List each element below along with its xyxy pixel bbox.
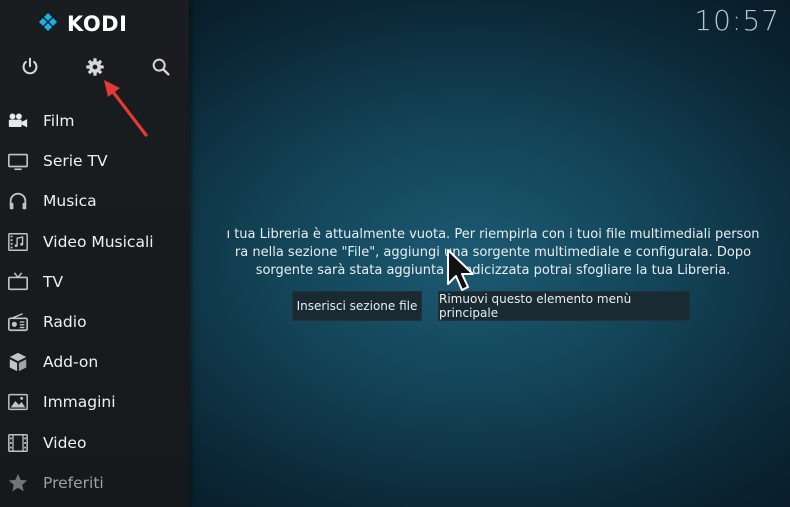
menu-item-serie-tv[interactable]: Serie TV bbox=[0, 141, 189, 181]
music-video-icon bbox=[7, 231, 29, 253]
menu-item-tv[interactable]: TV bbox=[0, 262, 189, 302]
menu-item-radio[interactable]: Radio bbox=[0, 302, 189, 342]
tv-monitor-icon bbox=[7, 150, 29, 172]
movie-camera-icon bbox=[7, 110, 29, 132]
addon-box-icon bbox=[7, 351, 29, 373]
app-name: KODI bbox=[67, 12, 128, 36]
menu-item-video-musicali[interactable]: Video Musicali bbox=[0, 222, 189, 262]
radio-icon bbox=[7, 311, 29, 333]
kodi-logo[interactable]: KODI bbox=[36, 10, 127, 38]
menu-item-video[interactable]: Video bbox=[0, 423, 189, 463]
settings-gear-icon[interactable] bbox=[84, 56, 106, 78]
message-line: sorgente sarà stata aggiunta e indicizza… bbox=[255, 263, 731, 278]
add-source-button[interactable]: Inserisci sezione file bbox=[292, 291, 422, 321]
menu-label: Serie TV bbox=[43, 152, 108, 171]
mouse-cursor-icon bbox=[447, 249, 474, 291]
film-strip-icon bbox=[7, 432, 29, 454]
menu-label: Radio bbox=[43, 313, 87, 332]
menu-label: Film bbox=[43, 112, 75, 131]
sidebar: KODI Film Serie TV Musica Video Musicali… bbox=[0, 0, 189, 507]
pictures-icon bbox=[7, 391, 29, 413]
menu-item-film[interactable]: Film bbox=[0, 101, 189, 141]
menu-label: Musica bbox=[43, 192, 97, 211]
menu-label: Video Musicali bbox=[43, 232, 154, 251]
kodi-logo-icon bbox=[39, 13, 57, 31]
power-icon[interactable] bbox=[19, 56, 41, 78]
menu-item-musica[interactable]: Musica bbox=[0, 181, 189, 221]
main-menu: Film Serie TV Musica Video Musicali TV R… bbox=[0, 101, 189, 503]
menu-item-add-on[interactable]: Add-on bbox=[0, 342, 189, 382]
remove-menu-item-button[interactable]: Rimuovi questo elemento menù principale bbox=[438, 291, 690, 321]
menu-label: Add-on bbox=[43, 353, 99, 372]
live-tv-icon bbox=[7, 271, 29, 293]
message-line: ı tua Libreria è attualmente vuota. Per … bbox=[226, 227, 760, 242]
menu-label: Video bbox=[43, 433, 87, 452]
menu-label: TV bbox=[43, 272, 64, 291]
menu-label: Preferiti bbox=[43, 473, 104, 492]
annotation-arrow bbox=[104, 80, 148, 137]
menu-label: Immagini bbox=[43, 393, 116, 412]
menu-item-immagini[interactable]: Immagini bbox=[0, 382, 189, 422]
star-icon bbox=[7, 472, 29, 494]
search-icon[interactable] bbox=[150, 56, 172, 78]
empty-library-message: ı tua Libreria è attualmente vuota. Per … bbox=[210, 226, 776, 280]
message-line: ra nella sezione "File", aggiungi una so… bbox=[234, 245, 752, 260]
menu-item-preferiti[interactable]: Preferiti bbox=[0, 463, 189, 503]
clock: 10:57 bbox=[694, 4, 780, 37]
headphones-icon bbox=[7, 190, 29, 212]
